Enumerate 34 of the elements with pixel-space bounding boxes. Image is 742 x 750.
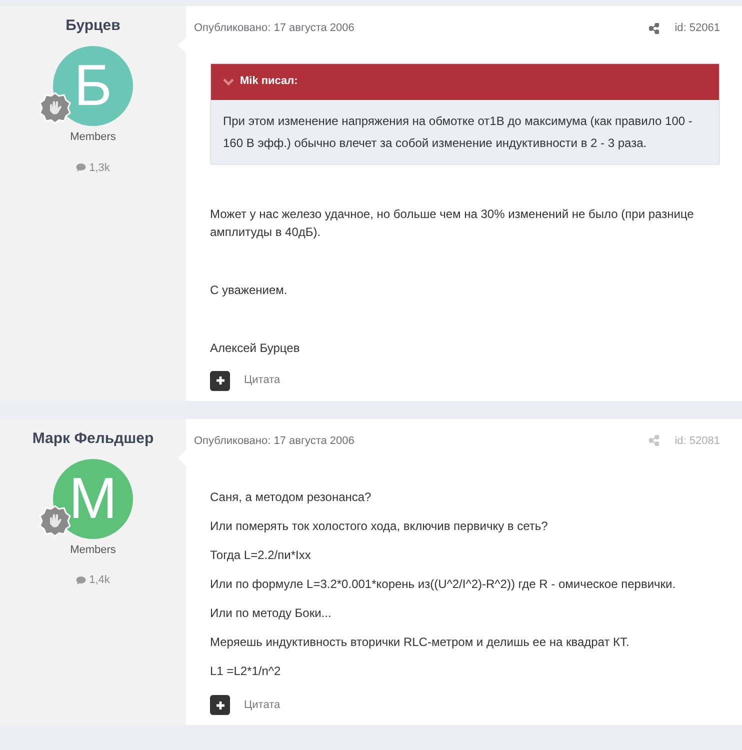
plus-icon [216, 376, 224, 385]
quote-link[interactable]: Цитата [244, 372, 280, 389]
post-paragraph: Тогда L=2.2/пи*Ixx [210, 547, 312, 564]
post-date: Опубликовано: 17 августа 2006 [194, 21, 354, 36]
post-paragraph: Или померять ток холостого хода, включив первичку в сеть? [210, 518, 549, 535]
share-icon[interactable] [648, 22, 659, 34]
badge-icon [39, 504, 71, 536]
post-paragraph: Алексей Бурцев [210, 340, 301, 356]
member-group: Members [70, 129, 116, 146]
author-name[interactable]: Бурцев [66, 16, 120, 36]
post-paragraph: L1 =L2*1/n^2 [210, 663, 282, 680]
post-paragraph: Саня, а методом резонанса? [210, 489, 372, 506]
post-date: Опубликовано: 17 августа 2006 [194, 434, 354, 448]
badge-icon [39, 92, 71, 124]
post-count: 1,3k [89, 160, 110, 176]
chevron-down-icon [223, 78, 234, 86]
post-paragraph: Или по формуле L=3.2*0.001*корень из((U^2/I^2)-R^2)) где R - омическое первички. [210, 576, 677, 593]
quote-link[interactable]: Цитата [244, 696, 280, 714]
post-paragraph: Или по методу Боки... [210, 605, 332, 622]
comment-icon [76, 576, 86, 585]
add-button[interactable] [210, 370, 230, 390]
add-button[interactable] [210, 695, 230, 715]
author-name[interactable]: Марк Фельдшер [32, 428, 154, 448]
quote-author: Mik писал: [240, 74, 298, 90]
comment-icon [76, 163, 86, 172]
post-paragraph: Меряешь индуктивность вторички RLC-метром и делишь ее на квадрат КТ. [210, 634, 630, 651]
member-group: Members [70, 542, 116, 558]
post-paragraph: Может у нас железо удачное, но больше чем на 30% изменений не было (при разнице амплитуды в 40дБ). [210, 206, 695, 240]
post-count: 1,4k [89, 573, 110, 588]
post-id: id: 52081 [674, 434, 720, 448]
plus-icon [216, 700, 224, 710]
quote-text: При этом изменение напряжения на обмотке от1В до максимума (как правило 100 - 160 В эфф.) обычно влечет за собой изменение индуктивности в 2 - 3 раза. [222, 112, 694, 152]
post-paragraph: С уважением. [210, 282, 288, 298]
post-id: id: 52061 [674, 21, 720, 36]
